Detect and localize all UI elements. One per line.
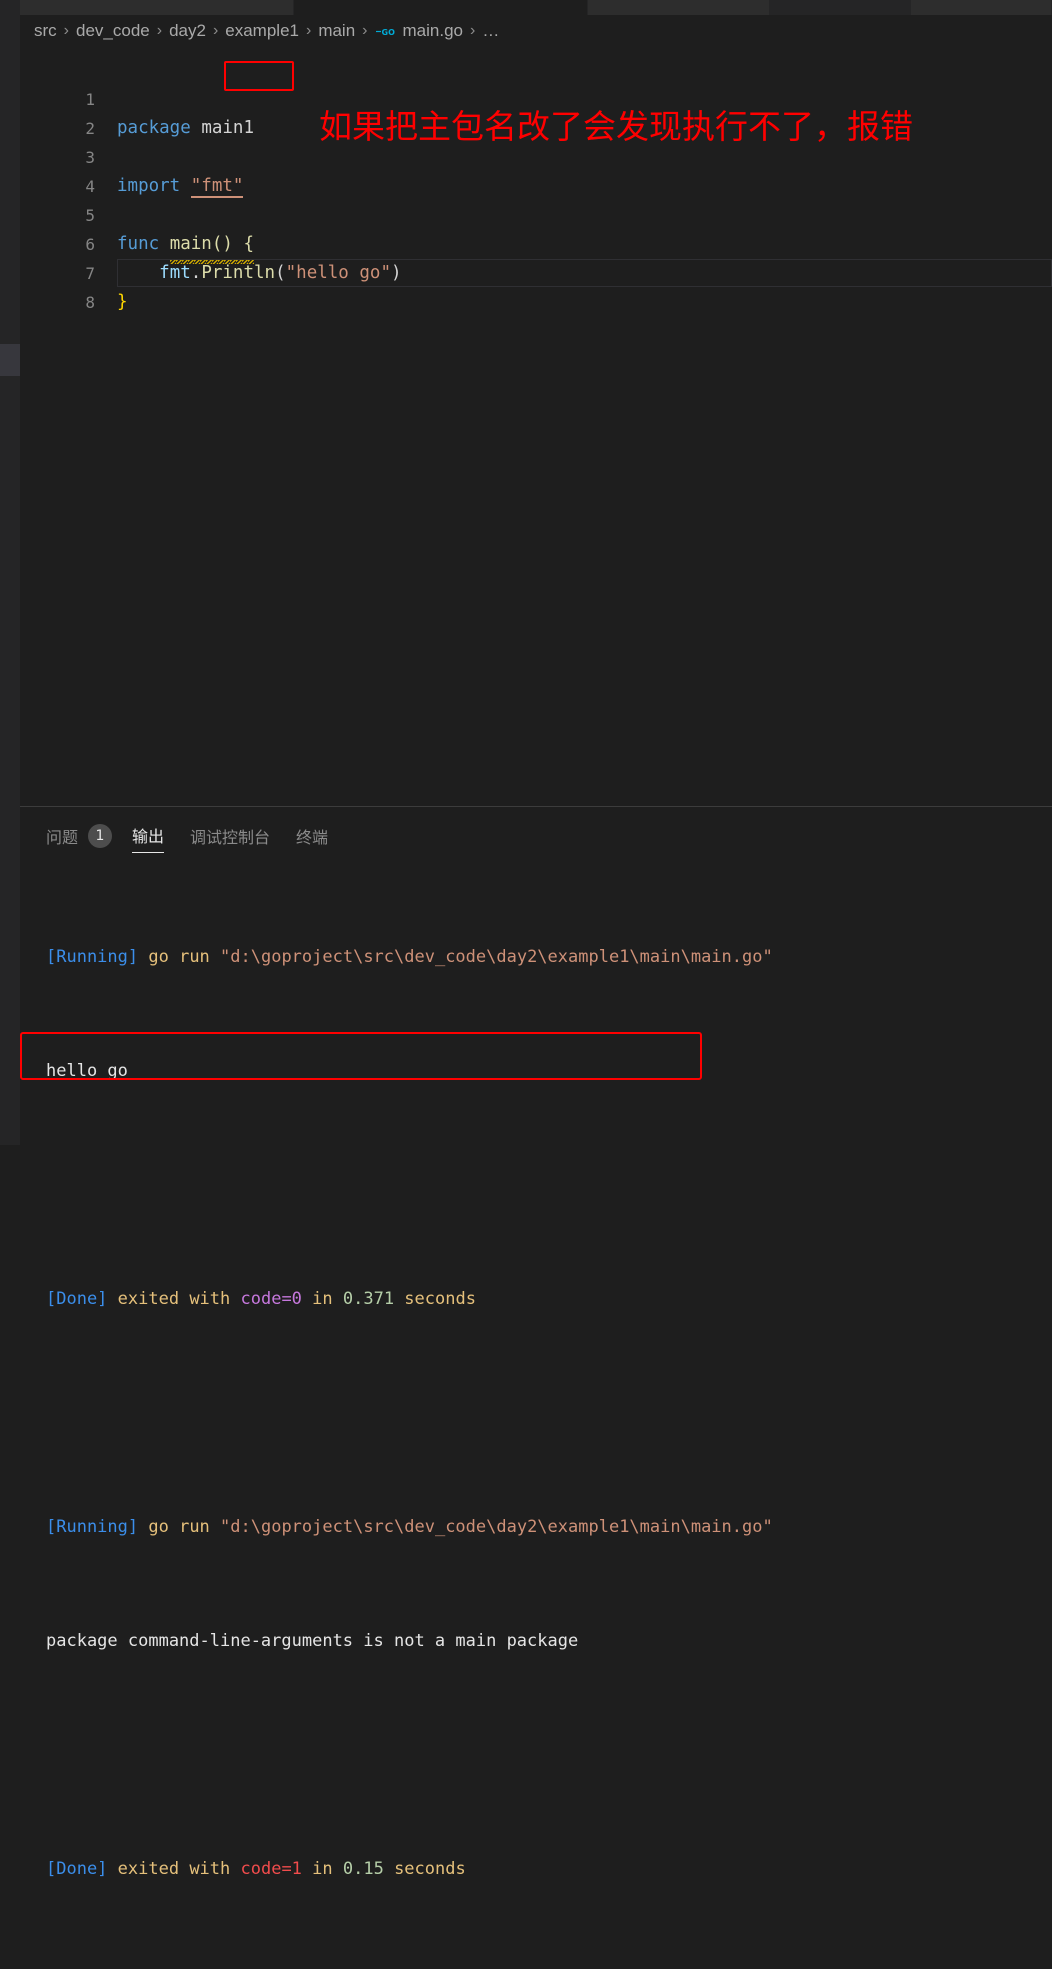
output-space: [138, 947, 148, 967]
breadcrumb-item-src[interactable]: src: [34, 21, 57, 41]
current-line-highlight: [117, 259, 1052, 287]
code-content[interactable]: 1 package main1 2 3 import "fmt" 4 5 fun…: [20, 56, 1052, 312]
editor-tab[interactable]: [588, 0, 771, 15]
breadcrumb-item-file[interactable]: main.go: [403, 21, 463, 41]
panel-tab-debug-console[interactable]: 调试控制台: [190, 824, 270, 853]
output-command: go run: [148, 1516, 221, 1537]
panel-tab-output[interactable]: 输出: [132, 823, 165, 853]
breadcrumb-item-main[interactable]: main: [318, 21, 355, 41]
annotation-text: 如果把主包名改了会发现执行不了，报错: [319, 107, 913, 146]
editor-tab[interactable]: [770, 0, 911, 15]
output-space: [107, 1289, 117, 1309]
editor-tab[interactable]: [910, 0, 1052, 15]
line-number: 8: [85, 293, 95, 312]
output-console[interactable]: [Running] go run "d:\goproject\src\dev_c…: [46, 857, 1046, 1969]
breadcrumb-item-overflow[interactable]: …: [482, 21, 499, 41]
breadcrumb-separator-icon: ›: [362, 21, 368, 39]
line-text: }: [117, 288, 128, 317]
output-seconds-label: seconds: [383, 1858, 466, 1879]
output-line-blank: [46, 1741, 1046, 1770]
breadcrumb-separator-icon: ›: [212, 21, 219, 39]
output-line: [Running] go run "d:\goproject\src\dev_c…: [46, 943, 1046, 972]
editor-vertical-scrollbar-thumb[interactable]: [0, 344, 20, 376]
breadcrumb-separator-icon: ›: [156, 21, 163, 39]
bottom-panel: 问题 1 输出 调试控制台 终端 [Running] go run "d:\go…: [20, 807, 1052, 1879]
activity-bar: [0, 0, 20, 1145]
output-seconds-label: seconds: [394, 1288, 476, 1309]
output-line: hello go: [46, 1057, 1046, 1086]
breadcrumb-item-dev_code[interactable]: dev_code: [76, 21, 150, 41]
breadcrumb: src › dev_code › day2 › example1 › main …: [34, 15, 499, 46]
breadcrumb-item-example1[interactable]: example1: [225, 21, 299, 41]
output-error-message: package command-line-arguments is not a …: [46, 1630, 579, 1651]
output-space: [138, 1517, 148, 1537]
output-command: go run: [148, 946, 221, 967]
code-line[interactable]: 1 package main1: [20, 56, 1052, 138]
output-in-text: in: [301, 1858, 343, 1879]
panel-tab-problems-group[interactable]: 问题 1: [46, 824, 132, 853]
output-status-done: [Done]: [46, 1288, 108, 1309]
output-space: [107, 1859, 117, 1879]
editor-tab-bar: [20, 0, 1052, 15]
svg-text:GO: GO: [381, 28, 395, 37]
output-file-path: "d:\goproject\src\dev_code\day2\example1…: [220, 946, 773, 967]
output-line: [Done] exited with code=0 in 0.371 secon…: [46, 1285, 1046, 1314]
panel-tab-terminal[interactable]: 终端: [296, 824, 328, 853]
breadcrumb-item-day2[interactable]: day2: [169, 21, 206, 41]
output-exit-text: exited with: [117, 1288, 241, 1309]
output-exit-code: code=0: [240, 1288, 302, 1309]
code-line-current[interactable]: 8: [20, 259, 1052, 312]
output-line: [Running] go run "d:\goproject\src\dev_c…: [46, 1513, 1046, 1542]
problems-count-badge: 1: [88, 824, 113, 848]
breadcrumb-separator-icon: ›: [305, 21, 312, 39]
output-duration: 0.15: [342, 1858, 384, 1879]
code-editor[interactable]: src › dev_code › day2 › example1 › main …: [20, 15, 1052, 806]
panel-tab-problems[interactable]: 问题: [46, 824, 78, 853]
output-status-running: [Running]: [46, 1516, 139, 1537]
output-status-running: [Running]: [46, 946, 139, 967]
go-lang-icon: GO: [375, 25, 397, 39]
breadcrumb-separator-icon: ›: [63, 21, 69, 39]
breadcrumb-separator-icon: ›: [469, 21, 476, 39]
output-in-text: in: [301, 1288, 343, 1309]
token-brace-close: }: [117, 292, 128, 312]
editor-tab-active[interactable]: [293, 0, 589, 15]
panel-tab-list: 问题 1 输出 调试控制台 终端: [46, 820, 354, 856]
output-duration: 0.371: [342, 1288, 395, 1309]
output-file-path: "d:\goproject\src\dev_code\day2\example1…: [220, 1516, 773, 1537]
code-line[interactable]: 6 fmt.Println("hello go"): [20, 201, 1052, 283]
output-program-stdout: hello go: [46, 1060, 128, 1081]
code-line[interactable]: 7 }: [20, 230, 1052, 312]
editor-tab[interactable]: [20, 0, 294, 15]
code-line[interactable]: 5 func main() {: [20, 172, 1052, 264]
output-line-blank: [46, 1171, 1046, 1200]
output-line-error: package command-line-arguments is not a …: [46, 1627, 1046, 1656]
output-line: [Done] exited with code=1 in 0.15 second…: [46, 1855, 1046, 1884]
output-exit-text: exited with: [117, 1858, 241, 1879]
output-status-done: [Done]: [46, 1858, 108, 1879]
output-exit-code: code=1: [240, 1858, 302, 1879]
output-line-blank: [46, 1399, 1046, 1428]
vscode-window: src › dev_code › day2 › example1 › main …: [0, 0, 1052, 1879]
